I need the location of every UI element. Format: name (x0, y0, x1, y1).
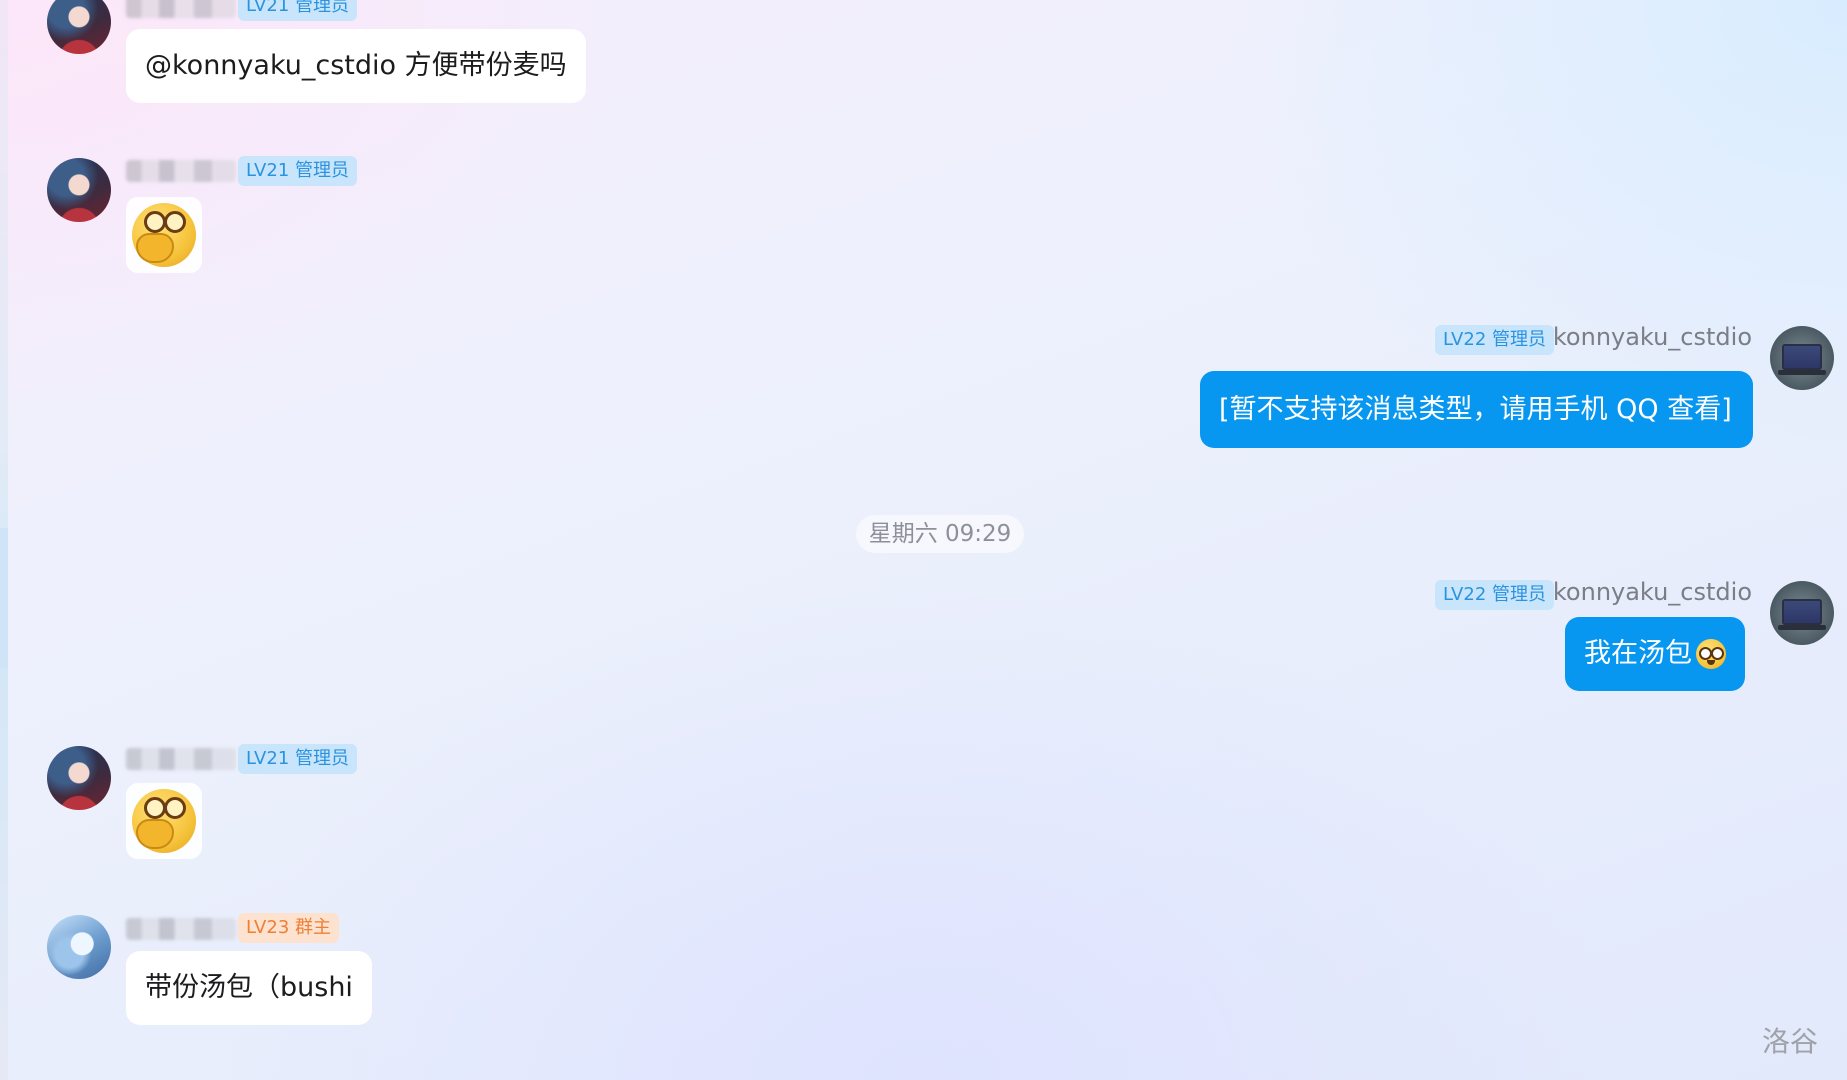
sticker-eye (164, 797, 186, 819)
message-bubble[interactable]: 带份汤包（bushi (126, 951, 372, 1025)
avatar[interactable] (47, 746, 111, 810)
message-bubble[interactable]: @konnyaku_cstdio 方便带份麦吗 (126, 29, 586, 103)
thinking-face-sticker[interactable] (126, 197, 202, 273)
emoji-mouth (1707, 660, 1715, 665)
avatar[interactable] (1770, 326, 1834, 390)
member-level-badge: LV21 管理员 (238, 156, 357, 186)
sender-name: konnyaku_cstdio (1552, 323, 1752, 351)
sticker-eye (144, 211, 166, 233)
keyboard-base (1778, 370, 1826, 375)
timestamp-divider: 星期六 09:29 (856, 515, 1024, 553)
sender-name-blurred (126, 0, 236, 18)
keyboard-base (1778, 625, 1826, 630)
sticker-hand (136, 819, 174, 849)
member-level-badge: LV22 管理员 (1435, 580, 1554, 610)
avatar[interactable] (1770, 581, 1834, 645)
sender-name: konnyaku_cstdio (1552, 578, 1752, 606)
sender-name-blurred (126, 918, 236, 940)
thinking-face-sticker[interactable] (126, 783, 202, 859)
member-level-badge: LV21 管理员 (238, 744, 357, 774)
message-text: 我在汤包 (1584, 638, 1692, 669)
sticker-face (132, 203, 196, 267)
pleading-face-icon (1696, 639, 1726, 669)
avatar[interactable] (47, 915, 111, 979)
monitor-icon (1782, 599, 1822, 625)
sender-name-blurred (126, 748, 236, 770)
emoji-eye (1711, 647, 1724, 660)
watermark: 洛谷 (1762, 1025, 1819, 1058)
sticker-face (132, 789, 196, 853)
monitor-icon (1782, 344, 1822, 370)
message-bubble[interactable]: [暂不支持该消息类型，请用手机 QQ 查看] (1200, 371, 1753, 448)
member-level-badge: LV22 管理员 (1435, 325, 1554, 355)
sticker-hand (136, 233, 174, 263)
sticker-eye (164, 211, 186, 233)
avatar[interactable] (47, 158, 111, 222)
left-panel-edge (0, 0, 8, 1080)
member-level-badge: LV21 管理员 (238, 0, 357, 21)
avatar[interactable] (47, 0, 111, 54)
sender-name-blurred (126, 160, 236, 182)
message-bubble[interactable]: 我在汤包 (1565, 617, 1745, 691)
sticker-eye (144, 797, 166, 819)
member-level-badge: LV23 群主 (238, 913, 339, 943)
